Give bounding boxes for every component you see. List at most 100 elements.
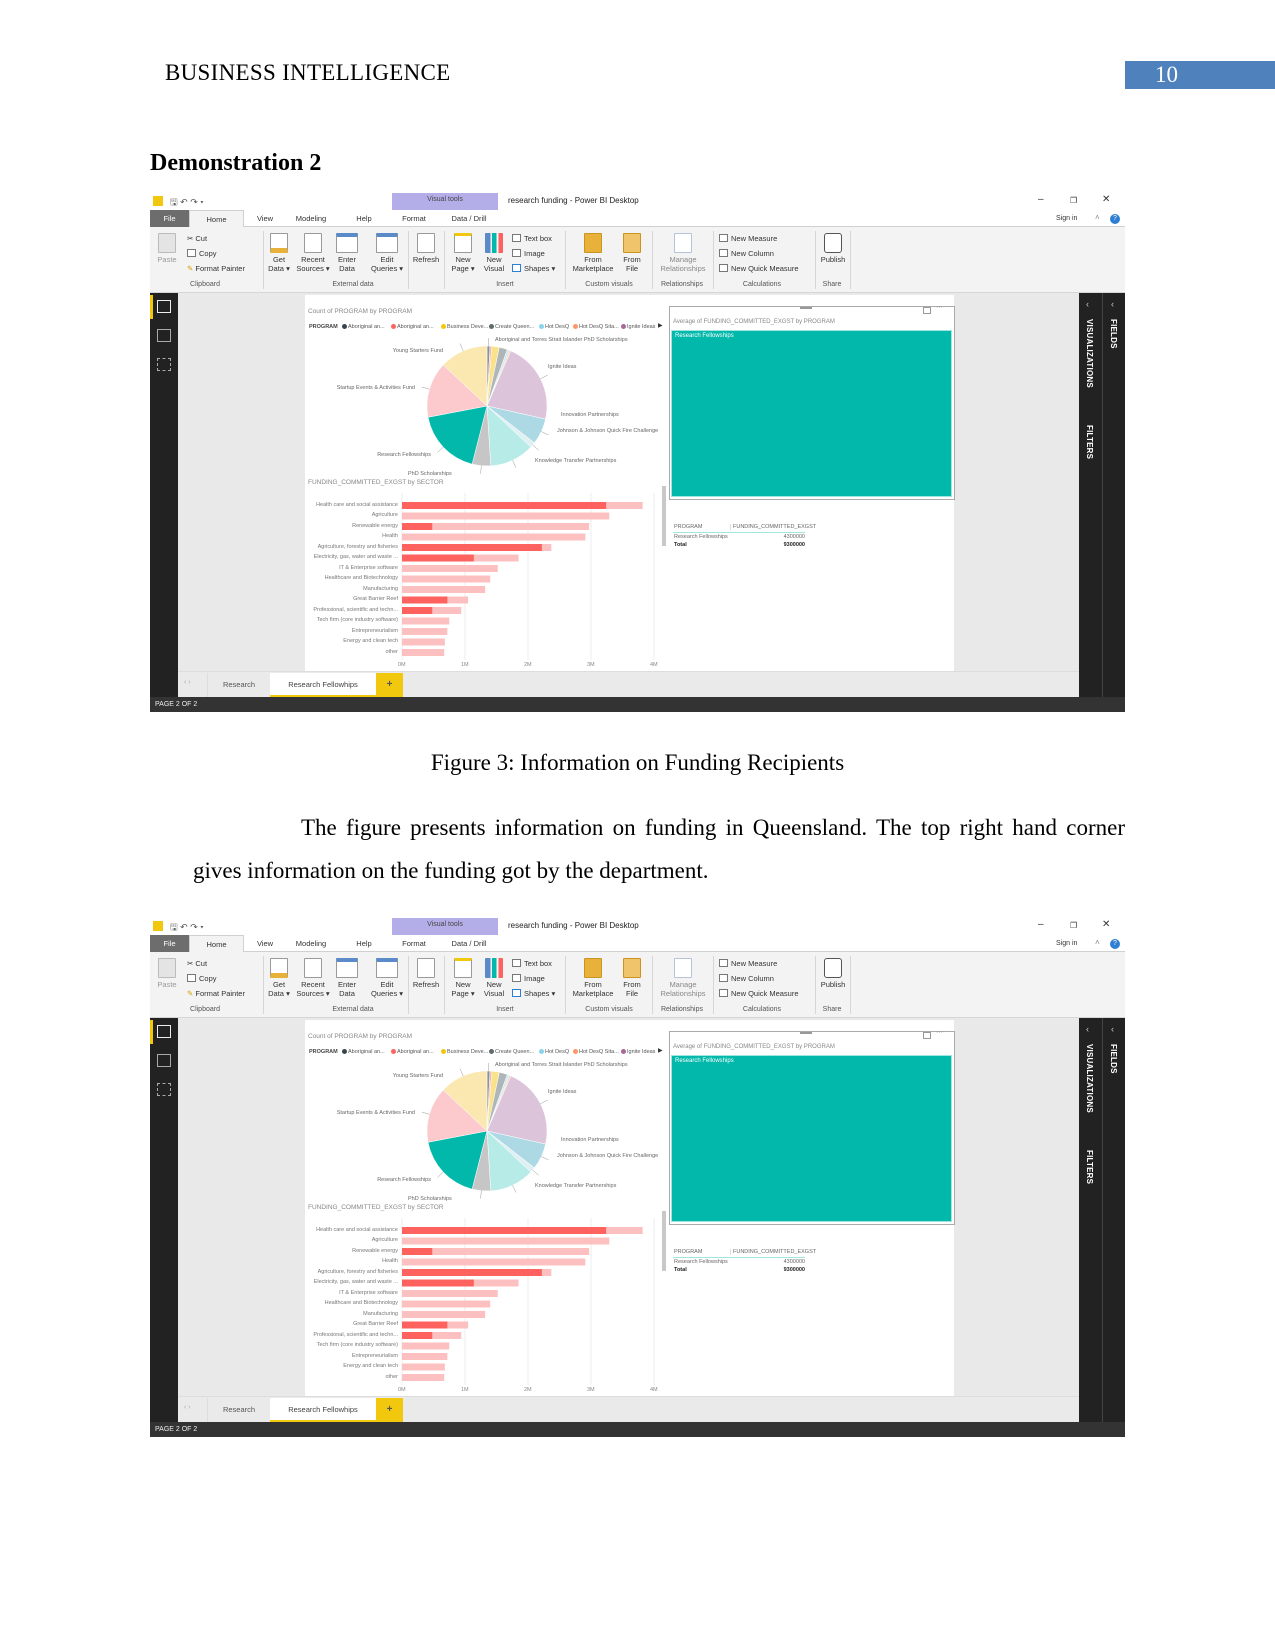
bar-chart — [401, 493, 655, 660]
x-tick-label: 2M — [524, 1387, 532, 1393]
bar-category-label: Entrepreneurialism — [351, 627, 398, 634]
table-divider — [673, 1257, 805, 1258]
bar-highlighted[interactable] — [402, 1279, 474, 1287]
bar-total[interactable] — [402, 565, 498, 572]
bar-category-label: Electricity, gas, water and waste ... — [313, 554, 398, 560]
bar-total[interactable] — [402, 1311, 486, 1318]
page-nav-arrows[interactable]: ‹ › — [184, 1404, 191, 1411]
bar-total[interactable] — [402, 617, 450, 625]
table-total-label: Total — [674, 1267, 687, 1273]
table-header-program[interactable]: PROGRAM — [674, 524, 702, 530]
treemap-card[interactable] — [671, 1055, 952, 1222]
bar-total[interactable] — [402, 586, 486, 593]
bar-category-label: other — [385, 1373, 398, 1380]
bar-category-label: Agriculture — [371, 512, 398, 518]
bar-highlighted[interactable] — [402, 502, 607, 509]
bar-category-label: Electricity, gas, water and waste ... — [313, 1279, 398, 1285]
card-title: Average of FUNDING_COMMITTED_EXGST by PR… — [673, 1044, 835, 1050]
table-cell-program: Research Fellowships — [674, 1259, 728, 1265]
page-tab-research-fellowhips[interactable]: Research Fellowhips — [270, 673, 376, 697]
bar-highlighted[interactable] — [402, 544, 542, 551]
table-cell-program: Research Fellowships — [674, 534, 728, 540]
bar-total[interactable] — [402, 638, 445, 646]
bar-category-label: Agriculture, forestry and fisheries — [317, 1268, 398, 1275]
x-tick-label: 1M — [461, 1387, 469, 1393]
bar-highlighted[interactable] — [402, 607, 433, 614]
bar-total[interactable] — [402, 533, 586, 541]
bar-category-label: Health care and social assistance — [316, 501, 398, 508]
x-tick-label: 3M — [587, 662, 595, 668]
bar-total[interactable] — [402, 1290, 498, 1297]
treemap-card[interactable] — [671, 330, 952, 497]
more-options-icon[interactable]: ··· — [936, 304, 943, 311]
bar-total[interactable] — [402, 649, 445, 656]
x-tick-label: 2M — [524, 662, 532, 668]
bar-category-label: Tech firm (core industry software) — [316, 617, 398, 623]
x-tick-label: 4M — [650, 1387, 658, 1393]
focus-mode-icon[interactable] — [923, 1032, 931, 1039]
bar-total[interactable] — [402, 1300, 491, 1308]
bar-category-label: Professional, scientific and techn... — [313, 1331, 398, 1338]
table-header-funding[interactable]: FUNDING_COMMITTED_EXGST — [730, 524, 816, 530]
table-cell-funding: 4300000 — [783, 534, 805, 540]
table-divider — [673, 532, 805, 533]
body-paragraph: The figure presents information on fundi… — [193, 815, 1125, 883]
bar-highlighted[interactable] — [402, 596, 448, 604]
figure-caption: Figure 3: Information on Funding Recipie… — [430, 750, 845, 775]
page-tab-research-fellowhips[interactable]: Research Fellowhips — [270, 1398, 376, 1422]
card-label: Research Fellowships — [675, 1058, 734, 1064]
bar-highlighted[interactable] — [402, 1321, 448, 1329]
bar-category-label: Great Barrier Reef — [353, 596, 398, 602]
scrollbar[interactable] — [662, 1211, 666, 1271]
bar-category-label: Healthcare and Biotechnology — [324, 575, 398, 581]
bar-highlighted[interactable] — [402, 1248, 433, 1255]
bar-highlighted[interactable] — [402, 523, 433, 530]
bar-category-label: other — [385, 648, 398, 655]
add-page-button[interactable]: + — [376, 1398, 403, 1422]
bar-highlighted[interactable] — [402, 1332, 433, 1339]
page-tab-research[interactable]: Research — [207, 673, 270, 697]
bar-highlighted[interactable] — [402, 1227, 607, 1234]
bar-category-label: Agriculture, forestry and fisheries — [317, 543, 398, 550]
bar-category-label: Renewable energy — [352, 522, 398, 529]
running-header: BUSINESS INTELLIGENCE — [165, 60, 451, 85]
bar-total[interactable] — [402, 628, 448, 635]
more-options-icon[interactable]: ··· — [936, 1029, 943, 1036]
powerbi-screenshot-1: 🖫 ↶ ↷ ▾ Visual tools research funding - … — [150, 193, 1125, 712]
add-page-button[interactable]: + — [376, 673, 403, 697]
x-tick-label: 0M — [398, 662, 406, 668]
bar-total[interactable] — [402, 1374, 445, 1381]
drag-handle-icon[interactable] — [800, 307, 812, 309]
bar-category-label: Great Barrier Reef — [353, 1321, 398, 1327]
bar-category-label: Health — [382, 533, 398, 539]
bar-total[interactable] — [402, 512, 610, 520]
bar-total[interactable] — [402, 575, 491, 583]
table-cell-funding: 4300000 — [783, 1259, 805, 1265]
card-label: Research Fellowships — [675, 333, 734, 339]
bar-highlighted[interactable] — [402, 1269, 542, 1276]
card-title: Average of FUNDING_COMMITTED_EXGST by PR… — [673, 319, 835, 325]
bar-category-label: Energy and clean tech — [343, 1363, 398, 1369]
status-bar: PAGE 2 OF 2 — [150, 1422, 1125, 1437]
table-header-funding[interactable]: FUNDING_COMMITTED_EXGST — [730, 1249, 816, 1255]
table-header-program[interactable]: PROGRAM — [674, 1249, 702, 1255]
bar-chart — [401, 1218, 655, 1385]
page-nav-arrows[interactable]: ‹ › — [184, 679, 191, 686]
bar-total[interactable] — [402, 1237, 610, 1245]
focus-mode-icon[interactable] — [923, 307, 931, 314]
table-total-value: 9300000 — [783, 542, 805, 548]
bar-highlighted[interactable] — [402, 554, 474, 562]
bar-category-label: Health — [382, 1258, 398, 1264]
status-bar: PAGE 2 OF 2 — [150, 697, 1125, 712]
bar-total[interactable] — [402, 1342, 450, 1350]
scrollbar[interactable] — [662, 486, 666, 546]
bar-category-label: Manufacturing — [363, 1310, 398, 1317]
bar-category-label: Energy and clean tech — [343, 638, 398, 644]
bar-total[interactable] — [402, 1258, 586, 1266]
drag-handle-icon[interactable] — [800, 1032, 812, 1034]
page-tab-research[interactable]: Research — [207, 1398, 270, 1422]
bar-category-label: Healthcare and Biotechnology — [324, 1300, 398, 1306]
bar-total[interactable] — [402, 1363, 445, 1371]
bar-total[interactable] — [402, 1353, 448, 1360]
bar-category-label: Renewable energy — [352, 1247, 398, 1254]
